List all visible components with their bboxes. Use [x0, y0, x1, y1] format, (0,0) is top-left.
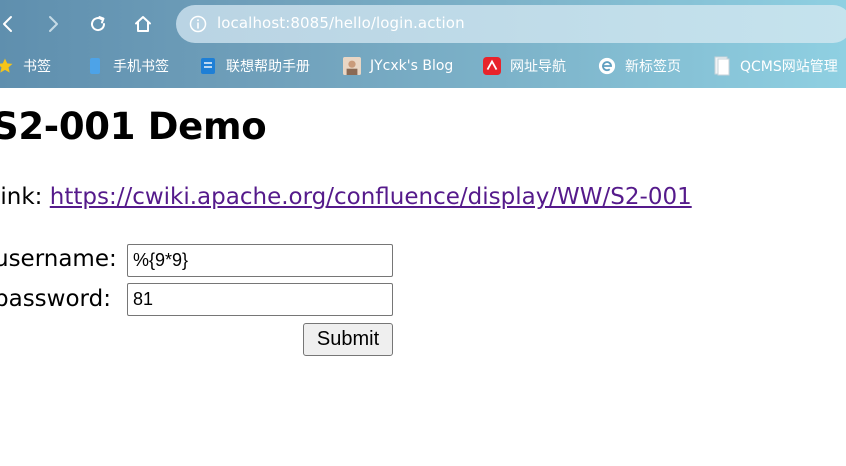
bookmark-label: JYcxk's Blog — [370, 58, 454, 74]
forward-button[interactable] — [39, 10, 67, 38]
reload-icon — [91, 16, 106, 32]
forward-arrow-icon — [49, 16, 58, 32]
site-info-icon[interactable] — [189, 15, 207, 37]
bookmark-item[interactable]: JYcxk's Blog — [343, 54, 453, 78]
page-icon — [713, 56, 731, 76]
link-prefix: link: — [0, 184, 43, 210]
bookmark-label: 书签 — [23, 59, 51, 75]
avatar-icon — [343, 57, 361, 75]
password-label: password: — [0, 286, 111, 312]
submit-button[interactable]: Submit — [303, 323, 393, 356]
phone-icon — [86, 57, 104, 75]
browser-toolbar: localhost:8085/hello/login.action 书签 手机书… — [0, 0, 846, 88]
password-input[interactable] — [127, 283, 393, 316]
bookmarks-bar: 书签 手机书签 联想帮助手册 JYcxk's Blog 网址导航 新标签页 QC… — [0, 50, 846, 82]
bookmark-label: 手机书签 — [113, 59, 169, 75]
back-button[interactable] — [0, 10, 22, 38]
bookmark-item[interactable]: 新标签页 — [598, 54, 681, 78]
reload-button[interactable] — [84, 10, 112, 38]
username-label: username: — [0, 246, 117, 272]
reference-link[interactable]: https://cwiki.apache.org/confluence/disp… — [50, 184, 692, 210]
bookmark-label: 网址导航 — [510, 59, 566, 75]
bookmark-item[interactable]: 网址导航 — [483, 54, 566, 78]
bookmark-label: 新标签页 — [625, 59, 681, 75]
browser-e-icon — [598, 57, 616, 75]
bookmark-label: 联想帮助手册 — [226, 59, 310, 75]
star-icon — [0, 57, 14, 75]
address-bar[interactable]: localhost:8085/hello/login.action — [176, 5, 846, 43]
page-title: S2-001 Demo — [0, 105, 267, 148]
reference-link-row: link: https://cwiki.apache.org/confluenc… — [0, 184, 692, 210]
bookmark-item[interactable]: 手机书签 — [86, 54, 169, 78]
document-icon — [199, 57, 217, 75]
home-button[interactable] — [129, 10, 157, 38]
back-arrow-icon — [3, 16, 12, 32]
bookmark-label: QCMS网站管理 — [740, 59, 838, 75]
navigation-icon — [483, 57, 501, 75]
bookmark-item[interactable]: 书签 — [0, 54, 51, 78]
username-input[interactable] — [127, 244, 393, 277]
home-icon — [135, 16, 151, 32]
bookmark-item[interactable]: QCMS网站管理 — [713, 54, 838, 78]
bookmark-item[interactable]: 联想帮助手册 — [199, 54, 310, 78]
url-text: localhost:8085/hello/login.action — [217, 14, 465, 32]
